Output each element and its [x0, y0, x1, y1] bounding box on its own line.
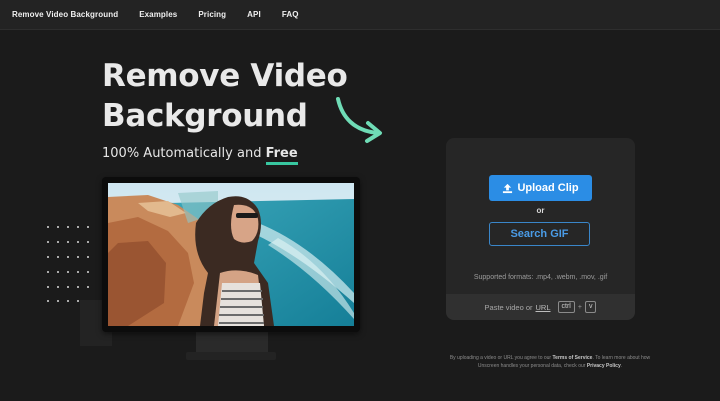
- upload-icon: [503, 183, 513, 193]
- monitor-frame: [102, 177, 360, 332]
- paste-url-link[interactable]: URL: [536, 303, 551, 312]
- beach-video-frame-image: [108, 183, 354, 326]
- nav-link-api[interactable]: API: [247, 10, 261, 19]
- nav-link-pricing[interactable]: Pricing: [198, 10, 226, 19]
- nav-link-examples[interactable]: Examples: [139, 10, 177, 19]
- hero-subtitle: 100% Automatically and Free: [102, 146, 298, 165]
- legal-part-1: By uploading a video or URL you agree to…: [449, 355, 552, 361]
- or-separator: or: [536, 206, 545, 215]
- supported-formats-text: Supported formats: .mp4, .webm, .mov, .g…: [473, 274, 608, 281]
- monitor-stand: [196, 332, 268, 353]
- nav-link-remove-video-background[interactable]: Remove Video Background: [12, 10, 118, 19]
- curved-arrow-icon: [336, 97, 382, 143]
- terms-of-service-link[interactable]: Terms of Service: [553, 355, 593, 361]
- ctrl-key-badge: ctrl: [557, 301, 575, 313]
- upload-card: Upload Clip or Search GIF Supported form…: [446, 138, 635, 320]
- nav-link-faq[interactable]: FAQ: [282, 10, 299, 19]
- upload-clip-button[interactable]: Upload Clip: [489, 175, 592, 201]
- upload-clip-label: Upload Clip: [517, 182, 579, 194]
- top-nav: Remove Video Background Examples Pricing…: [0, 0, 720, 30]
- privacy-policy-link[interactable]: Privacy Policy: [587, 363, 621, 369]
- legal-notice: By uploading a video or URL you agree to…: [440, 354, 660, 370]
- paste-bar: Paste video or URL ctrl + v: [446, 294, 635, 320]
- v-key-badge: v: [584, 301, 597, 313]
- paste-prefix: Paste video or: [484, 302, 533, 312]
- search-gif-button[interactable]: Search GIF: [489, 222, 590, 246]
- monitor-stand-base: [186, 352, 276, 360]
- subtitle-free-highlight: Free: [265, 146, 298, 165]
- legal-part-3: .: [620, 363, 623, 369]
- decorative-dot-grid: [47, 226, 89, 302]
- key-plus: +: [577, 303, 582, 311]
- video-preview: [108, 183, 354, 326]
- hero-title-line-1: Remove Video: [102, 58, 348, 94]
- subtitle-prefix: 100% Automatically and: [102, 146, 262, 161]
